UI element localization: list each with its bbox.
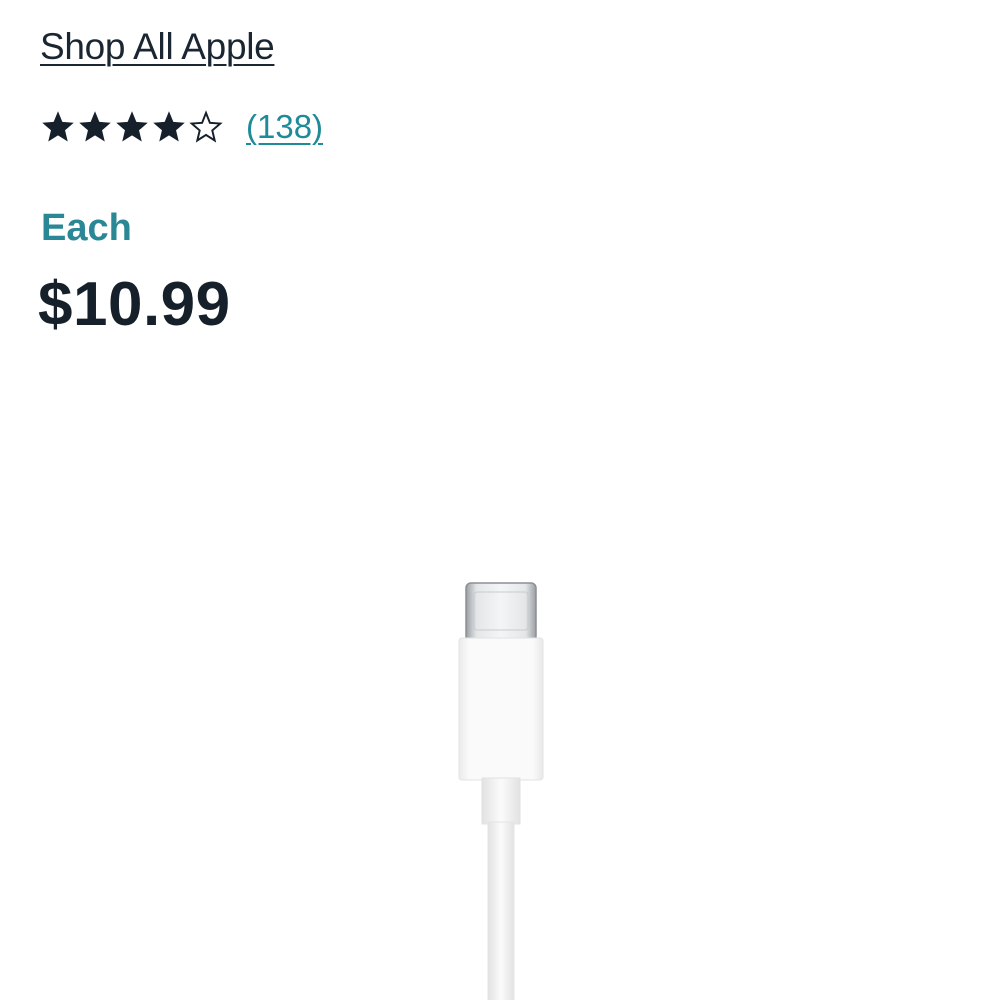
star-empty-icon <box>189 110 223 143</box>
star-filled-icon <box>153 111 185 142</box>
star-filled-icon <box>42 111 74 142</box>
star-rating <box>40 109 224 145</box>
usb-c-cable-image[interactable] <box>430 570 570 1000</box>
price-amount: $10.99 <box>38 270 231 339</box>
product-rating: (138) <box>40 106 323 148</box>
star-filled-icon <box>79 111 111 142</box>
shop-all-apple-link[interactable]: Shop All Apple <box>40 24 275 70</box>
price-unit-label: Each <box>41 207 132 249</box>
review-count-link[interactable]: (138) <box>246 106 323 148</box>
star-filled-icon <box>116 111 148 142</box>
